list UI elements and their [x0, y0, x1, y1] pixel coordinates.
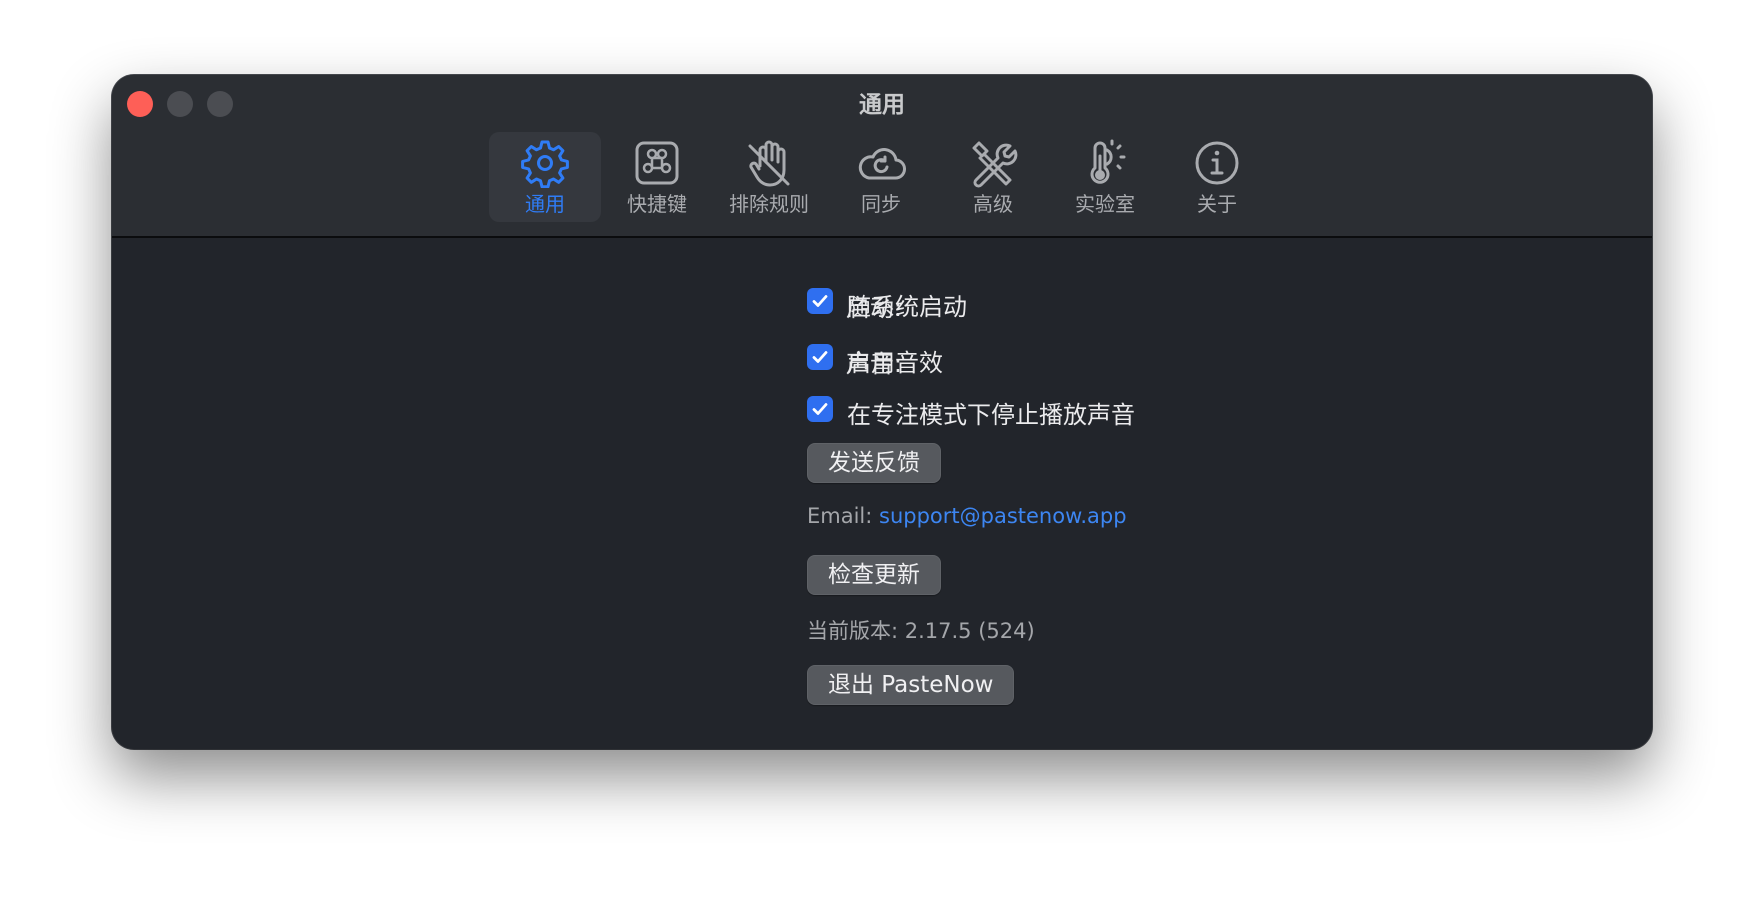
focus-mode-mute-checkbox[interactable] — [807, 396, 833, 422]
tab-label: 同步 — [861, 192, 901, 216]
tab-label: 高级 — [973, 192, 1013, 216]
gear-icon — [521, 140, 569, 188]
info-icon — [1195, 141, 1239, 185]
focus-mode-mute-label[interactable]: 在专注模式下停止播放声音 — [847, 395, 1135, 430]
cloud-sync-icon — [858, 148, 906, 180]
preferences-window: 通用 通用 快捷键 排除规则 同步 高级 实验室 关于 启动: 随系统启动 声音… — [112, 75, 1652, 749]
launch-at-login-label[interactable]: 随系统启动 — [847, 287, 967, 322]
tools-icon — [972, 141, 1018, 188]
tab-sync[interactable]: 同步 — [825, 132, 937, 222]
tab-label: 排除规则 — [729, 192, 809, 216]
enable-sound-label[interactable]: 启用音效 — [847, 343, 943, 378]
launch-at-login-checkbox[interactable] — [807, 288, 833, 314]
tab-label: 通用 — [525, 192, 565, 216]
tab-about[interactable]: 关于 — [1161, 132, 1273, 222]
email-prefix: Email: — [807, 504, 880, 528]
command-key-icon — [635, 141, 679, 185]
send-feedback-button[interactable]: 发送反馈 — [807, 443, 941, 483]
tab-label: 快捷键 — [627, 192, 687, 216]
title-bar: 通用 通用 快捷键 排除规则 同步 高级 实验室 关于 — [112, 75, 1652, 238]
support-email-link[interactable]: support@pastenow.app — [879, 504, 1127, 528]
window-title: 通用 — [859, 92, 905, 118]
check-update-button[interactable]: 检查更新 — [807, 555, 941, 595]
checkmark-icon — [812, 295, 828, 307]
thermometer-sun-icon — [1090, 139, 1126, 184]
support-email-text: Email: support@pastenow.app — [807, 504, 1127, 528]
general-settings-panel: 启动: 随系统启动 声音: 启用音效 在专注模式下停止播放声音 支持: 发送反馈… — [112, 238, 1652, 749]
checkmark-icon — [812, 351, 828, 363]
checkmark-icon — [812, 403, 828, 415]
tab-label: 关于 — [1197, 192, 1237, 216]
version-text: 当前版本: 2.17.5 (524) — [807, 619, 1035, 643]
tab-label: 实验室 — [1075, 192, 1135, 216]
quit-app-button[interactable]: 退出 PasteNow — [807, 665, 1015, 705]
tab-advanced[interactable]: 高级 — [937, 132, 1049, 222]
tab-labs[interactable]: 实验室 — [1049, 132, 1161, 222]
hand-slash-icon — [748, 140, 790, 187]
tab-shortcuts[interactable]: 快捷键 — [601, 132, 713, 222]
tab-general[interactable]: 通用 — [489, 132, 601, 222]
tab-exclusion-rules[interactable]: 排除规则 — [713, 132, 825, 222]
enable-sound-checkbox[interactable] — [807, 344, 833, 370]
